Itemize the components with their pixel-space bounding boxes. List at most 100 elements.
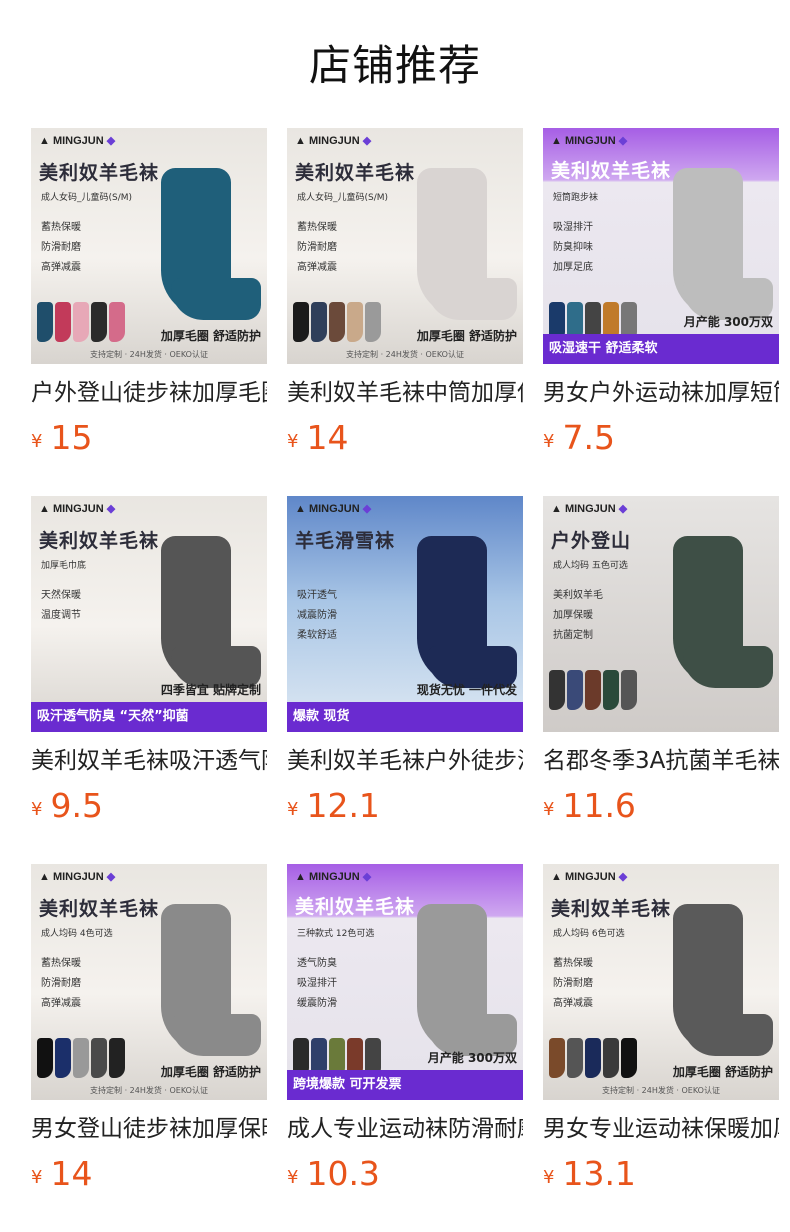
product-card[interactable]: ▲ MINGJUN ◆ 美利奴羊毛袜 成人女码_儿童码(S/M) 蓄热保暖 防滑耐磨 高弹… [31, 128, 267, 468]
product-card[interactable]: ▲ MINGJUN ◆ 美利奴羊毛袜 成人均码 4色可选 蓄热保暖 防滑耐磨 高弹减震 加厚… [31, 864, 267, 1204]
price-value: 12.1 [306, 786, 380, 825]
brand-logo: ▲ MINGJUN ◆ [39, 871, 116, 883]
product-card[interactable]: ▲ MINGJUN ◆ 美利奴羊毛袜 成人女码_儿童码(S/M) 蓄热保暖 防滑耐磨 高弹… [287, 128, 523, 468]
sock-foot [683, 646, 773, 688]
swatch-sock [549, 1038, 565, 1078]
image-feature: 温度调节 [41, 610, 81, 621]
swatch-sock [73, 1038, 89, 1078]
image-feature: 吸湿排汗 [553, 222, 593, 233]
swatch-sock [585, 670, 601, 710]
product-price: ¥9.5 [31, 788, 103, 824]
image-headline: 羊毛滑雪袜 [295, 530, 396, 552]
brand-logo: ▲ MINGJUN ◆ [295, 135, 372, 147]
product-image[interactable]: ▲ MINGJUN ◆ 美利奴羊毛袜 短筒跑步袜 吸湿排汗 防臭抑味 加厚足底 吸湿速干 舒… [543, 128, 779, 364]
image-feature: 加厚保暖 [553, 610, 593, 621]
sock-foot [171, 1014, 261, 1056]
product-price: ¥15 [31, 420, 92, 456]
product-image[interactable]: ▲ MINGJUN ◆ 美利奴羊毛袜 成人均码 4色可选 蓄热保暖 防滑耐磨 高弹减震 加厚… [31, 864, 267, 1100]
brand-logo: ▲ MINGJUN ◆ [295, 871, 372, 883]
swatch-sock [37, 1038, 53, 1078]
currency-symbol: ¥ [31, 799, 43, 820]
product-image[interactable]: ▲ MINGJUN ◆ 羊毛滑雪袜 吸汗透气 减震防滑 柔软舒适 爆款 现货 现货无忧 一件… [287, 496, 523, 732]
sock-foot [427, 278, 517, 320]
image-subtitle: 成人女码_儿童码(S/M) [41, 193, 133, 203]
product-card[interactable]: ▲ MINGJUN ◆ 美利奴羊毛袜 三种款式 12色可选 透气防臭 吸湿排汗 缓震防滑跨… [287, 864, 523, 1204]
image-headline: 美利奴羊毛袜 [551, 160, 672, 182]
product-name[interactable]: 男女登山徒步袜加厚保暖 [31, 1114, 267, 1144]
swatch-sock [621, 1038, 637, 1078]
product-image[interactable]: ▲ MINGJUN ◆ 美利奴羊毛袜 成人女码_儿童码(S/M) 蓄热保暖 防滑耐磨 高弹… [31, 128, 267, 364]
product-card[interactable]: ▲ MINGJUN ◆ 户外登山 成人均码 五色可选 美利奴羊毛 加厚保暖 抗菌定制名郡冬… [543, 496, 779, 836]
price-value: 9.5 [50, 786, 103, 825]
product-image[interactable]: ▲ MINGJUN ◆ 美利奴羊毛袜 成人女码_儿童码(S/M) 蓄热保暖 防滑耐磨 高弹… [287, 128, 523, 364]
product-name[interactable]: 男女户外运动袜加厚短筒 [543, 378, 779, 408]
product-name[interactable]: 男女专业运动袜保暖加厚 [543, 1114, 779, 1144]
swatch-sock [603, 1038, 619, 1078]
currency-symbol: ¥ [287, 799, 299, 820]
product-card[interactable]: ▲ MINGJUN ◆ 羊毛滑雪袜 吸汗透气 减震防滑 柔软舒适 爆款 现货 现货无忧 一件… [287, 496, 523, 836]
image-footer: 支持定制 · 24H发货 · OEKO认证 [346, 350, 464, 359]
image-feature: 蓄热保暖 [41, 222, 81, 233]
sock-foot [171, 278, 261, 320]
sock-foot [683, 1014, 773, 1056]
image-banner: 爆款 现货 [287, 702, 523, 732]
product-price: ¥7.5 [543, 420, 615, 456]
product-grid: ▲ MINGJUN ◆ 美利奴羊毛袜 成人女码_儿童码(S/M) 蓄热保暖 防滑耐磨 高弹… [0, 0, 790, 1232]
product-name[interactable]: 户外登山徒步袜加厚毛圈保暖 [31, 378, 267, 408]
image-subtitle: 成人均码 五色可选 [553, 561, 628, 571]
image-feature: 高弹减震 [41, 262, 81, 273]
product-image[interactable]: ▲ MINGJUN ◆ 美利奴羊毛袜 三种款式 12色可选 透气防臭 吸湿排汗 缓震防滑跨… [287, 864, 523, 1100]
brand-logo: ▲ MINGJUN ◆ [551, 135, 628, 147]
image-feature: 透气防臭 [297, 958, 337, 969]
product-name[interactable]: 美利奴羊毛袜中筒加厚保暖 [287, 378, 523, 408]
image-feature: 蓄热保暖 [297, 222, 337, 233]
price-value: 7.5 [562, 418, 615, 457]
currency-symbol: ¥ [31, 431, 43, 452]
product-card[interactable]: ▲ MINGJUN ◆ 美利奴羊毛袜 短筒跑步袜 吸湿排汗 防臭抑味 加厚足底 吸湿速干 舒… [543, 128, 779, 468]
image-feature: 防滑耐磨 [41, 978, 81, 989]
product-card[interactable]: ▲ MINGJUN ◆ 美利奴羊毛袜 加厚毛巾底 天然保暖 温度调节 吸汗透气防臭 “天然… [31, 496, 267, 836]
swatch-sock [311, 302, 327, 342]
swatch-sock [73, 302, 89, 342]
brand-logo: ▲ MINGJUN ◆ [39, 503, 116, 515]
image-subtitle: 成人均码 6色可选 [553, 929, 625, 939]
currency-symbol: ¥ [287, 431, 299, 452]
brand-logo: ▲ MINGJUN ◆ [551, 871, 628, 883]
image-headline: 美利奴羊毛袜 [39, 162, 160, 184]
product-price: ¥10.3 [287, 1156, 380, 1192]
swatch-sock [37, 302, 53, 342]
product-price: ¥12.1 [287, 788, 380, 824]
product-name[interactable]: 名郡冬季3A抗菌羊毛袜 [543, 746, 779, 776]
price-value: 11.6 [562, 786, 636, 825]
image-feature: 吸湿排汗 [297, 978, 337, 989]
currency-symbol: ¥ [543, 799, 555, 820]
swatch-sock [365, 302, 381, 342]
image-feature: 柔软舒适 [297, 630, 337, 641]
swatch-sock [585, 1038, 601, 1078]
image-footer: 支持定制 · 24H发货 · OEKO认证 [602, 1086, 720, 1095]
color-swatches [549, 670, 637, 710]
swatch-sock [329, 302, 345, 342]
image-banner: 跨境爆款 可开发票 [287, 1070, 523, 1100]
image-banner: 吸湿速干 舒适柔软 [543, 334, 779, 364]
currency-symbol: ¥ [543, 1167, 555, 1188]
product-image[interactable]: ▲ MINGJUN ◆ 美利奴羊毛袜 成人均码 6色可选 蓄热保暖 防滑耐磨 高弹减震 加厚… [543, 864, 779, 1100]
product-name[interactable]: 美利奴羊毛袜吸汗透气防臭 [31, 746, 267, 776]
product-name[interactable]: 美利奴羊毛袜户外徒步滑雪 [287, 746, 523, 776]
price-value: 15 [50, 418, 93, 457]
price-value: 13.1 [562, 1154, 636, 1193]
currency-symbol: ¥ [31, 1167, 43, 1188]
product-name[interactable]: 成人专业运动袜防滑耐磨 [287, 1114, 523, 1144]
product-image[interactable]: ▲ MINGJUN ◆ 美利奴羊毛袜 加厚毛巾底 天然保暖 温度调节 吸汗透气防臭 “天然… [31, 496, 267, 732]
image-feature: 减震防滑 [297, 610, 337, 621]
swatch-sock [109, 1038, 125, 1078]
color-swatches [37, 1038, 125, 1078]
image-tag: 四季皆宜 贴牌定制 [160, 683, 261, 697]
image-tag: 加厚毛圈 舒适防护 [416, 329, 517, 343]
product-card[interactable]: ▲ MINGJUN ◆ 美利奴羊毛袜 成人均码 6色可选 蓄热保暖 防滑耐磨 高弹减震 加厚… [543, 864, 779, 1204]
product-image[interactable]: ▲ MINGJUN ◆ 户外登山 成人均码 五色可选 美利奴羊毛 加厚保暖 抗菌定制 [543, 496, 779, 732]
image-feature: 高弹减震 [41, 998, 81, 1009]
image-headline: 美利奴羊毛袜 [551, 898, 672, 920]
image-feature: 蓄热保暖 [41, 958, 81, 969]
image-feature: 高弹减震 [553, 998, 593, 1009]
